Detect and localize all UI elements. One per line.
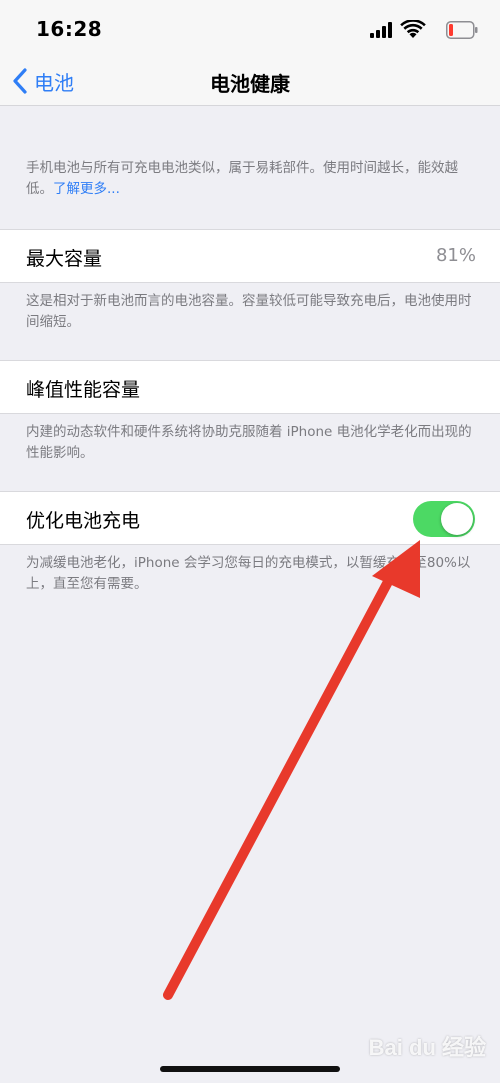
optimized-charging-label: 优化电池充电: [26, 510, 141, 532]
max-capacity-label: 最大容量: [26, 248, 103, 270]
learn-more-link[interactable]: 了解更多...: [53, 181, 120, 197]
home-indicator[interactable]: [160, 1066, 340, 1072]
peak-performance-label: 峰值性能容量: [26, 379, 141, 401]
wifi-icon: [400, 20, 426, 38]
watermark: Bai du 经验: [368, 1035, 486, 1060]
arrow-shaft: [163, 573, 395, 1000]
status-icons: [358, 20, 478, 40]
battery-icon: [446, 21, 478, 39]
peak-performance-cell: 峰值性能容量: [0, 360, 500, 414]
toggle-knob: [441, 503, 473, 535]
max-capacity-cell: 最大容量 81%: [0, 229, 500, 283]
optimized-charging-cell: 优化电池充电: [0, 491, 500, 545]
optimized-charging-footnote: 为减缓电池老化，iPhone 会学习您每日的充电模式，以暂缓充电至80%以上，直…: [26, 555, 471, 592]
intro-footnote: 手机电池与所有可充电电池类似，属于易耗部件。使用时间越长，能效越低。了解更多..…: [26, 158, 481, 200]
status-bar: 16:28: [0, 0, 500, 56]
optimized-charging-toggle[interactable]: [413, 501, 475, 537]
page-title: 电池健康: [210, 72, 290, 96]
max-capacity-footnote: 这是相对于新电池而言的电池容量。容量较低可能导致充电后，电池使用时间缩短。: [26, 293, 472, 330]
navigation-bar: 电池 电池健康: [0, 56, 500, 106]
max-capacity-value: 81%: [435, 245, 476, 266]
peak-performance-footnote: 内建的动态软件和硬件系统将协助克服随着 iPhone 电池化学老化而出现的性能影…: [26, 424, 472, 461]
status-time: 16:28: [36, 17, 103, 41]
signal-icon: [370, 22, 392, 38]
